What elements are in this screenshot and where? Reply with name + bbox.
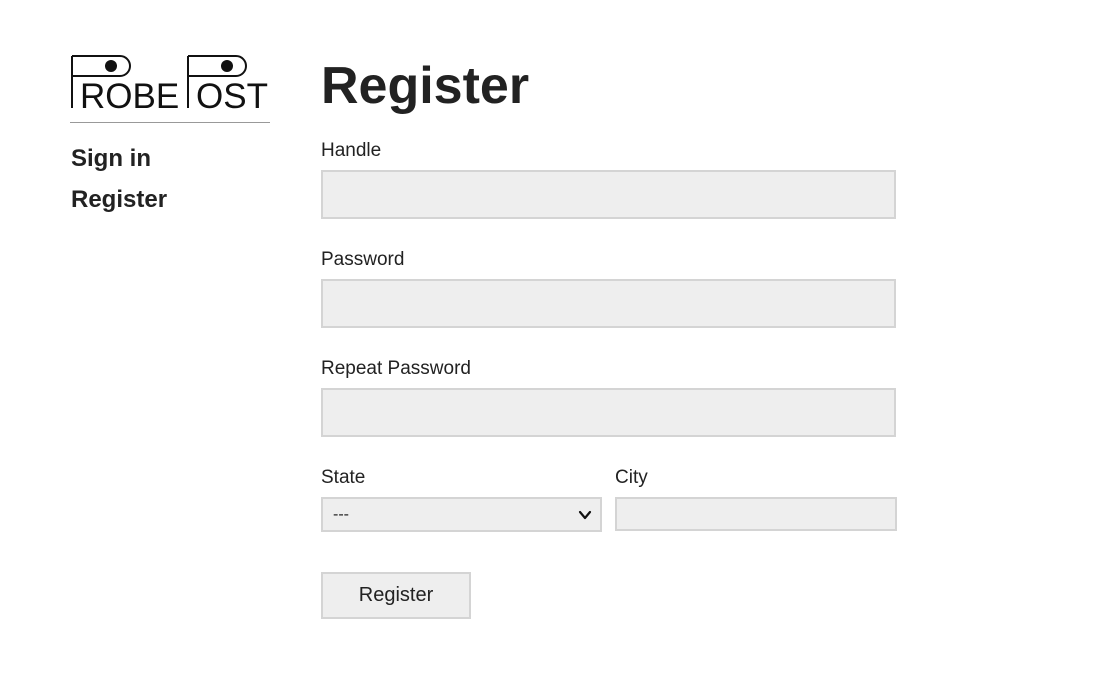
repeat-password-input[interactable] [321,388,896,437]
svg-text:ROBE: ROBE [80,77,179,110]
svg-text:OST: OST [196,77,268,110]
handle-label: Handle [321,140,382,161]
state-column: State --- [321,467,602,532]
register-form-area: Register Handle Password Repeat Password… [321,56,897,619]
state-selected-value: --- [333,506,349,523]
password-input[interactable] [321,279,896,328]
register-button[interactable]: Register [321,572,471,619]
register-form: Handle Password Repeat Password State --… [321,140,897,619]
logo-divider [70,122,270,123]
nav-register-link[interactable]: Register [71,179,270,220]
password-label: Password [321,249,405,270]
repeat-password-label: Repeat Password [321,358,471,379]
sidebar: ROBE OST Sign in Register [70,54,270,220]
probepost-logo[interactable]: ROBE OST [70,54,270,110]
state-select[interactable]: --- [321,497,602,532]
city-column: City [615,467,897,532]
chevron-down-icon [578,510,592,520]
city-input[interactable] [615,497,897,531]
page-title: Register [321,57,530,115]
state-label: State [321,467,366,488]
sidebar-nav: Sign in Register [70,138,270,220]
city-label: City [615,467,648,488]
handle-input[interactable] [321,170,896,219]
nav-sign-in-link[interactable]: Sign in [71,138,270,179]
location-row: State --- City [321,467,897,532]
